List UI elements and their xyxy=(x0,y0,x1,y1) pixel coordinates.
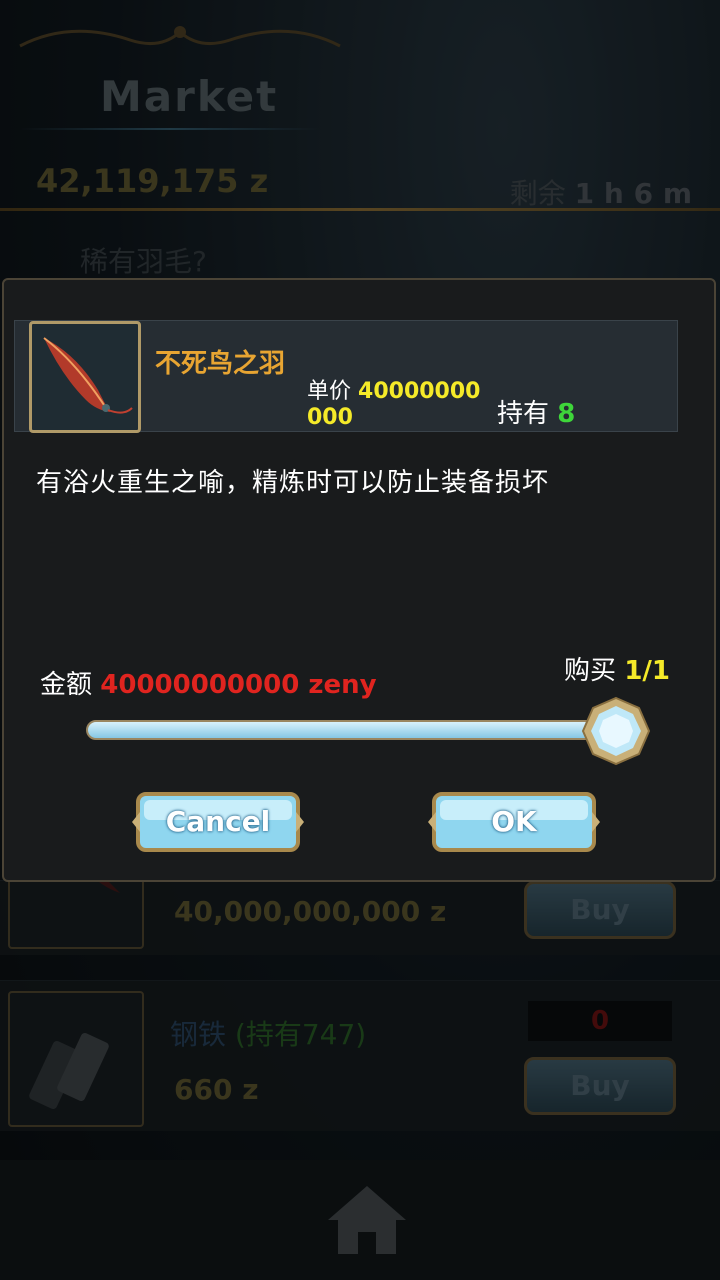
purchase-value: 1/1 xyxy=(624,656,670,686)
total-amount: 金额 40000000000 zeny xyxy=(40,664,377,701)
cancel-button[interactable]: Cancel xyxy=(130,788,306,856)
amount-label: 金额 xyxy=(40,670,93,700)
item-description: 有浴火重生之喻，精炼时可以防止装备损坏 xyxy=(36,468,550,498)
item-thumbnail xyxy=(29,321,141,433)
feather-icon xyxy=(43,337,133,414)
amount-value: 40000000000 zeny xyxy=(100,670,377,700)
item-header: 不死鸟之羽 单价 40000000000 持有 8 xyxy=(14,320,678,433)
unit-price-label: 单价 xyxy=(307,379,352,404)
slider-knob-icon[interactable] xyxy=(581,696,651,766)
purchase-dialog: 不死鸟之羽 单价 40000000000 持有 8 有浴火重生之喻，精炼时可以防… xyxy=(2,278,716,882)
hold-label: 持有 xyxy=(497,399,550,429)
hold-count: 持有 8 xyxy=(497,393,575,430)
item-name: 不死鸟之羽 xyxy=(155,349,286,379)
unit-price: 单价 40000000000 xyxy=(307,379,487,431)
purchase-count: 购买 1/1 xyxy=(564,650,670,687)
quantity-slider[interactable] xyxy=(86,720,616,740)
ok-button[interactable]: OK xyxy=(426,788,602,856)
hold-value: 8 xyxy=(557,399,576,429)
cancel-button-label: Cancel xyxy=(165,805,271,838)
ok-button-label: OK xyxy=(491,805,537,838)
purchase-label: 购买 xyxy=(564,656,617,686)
